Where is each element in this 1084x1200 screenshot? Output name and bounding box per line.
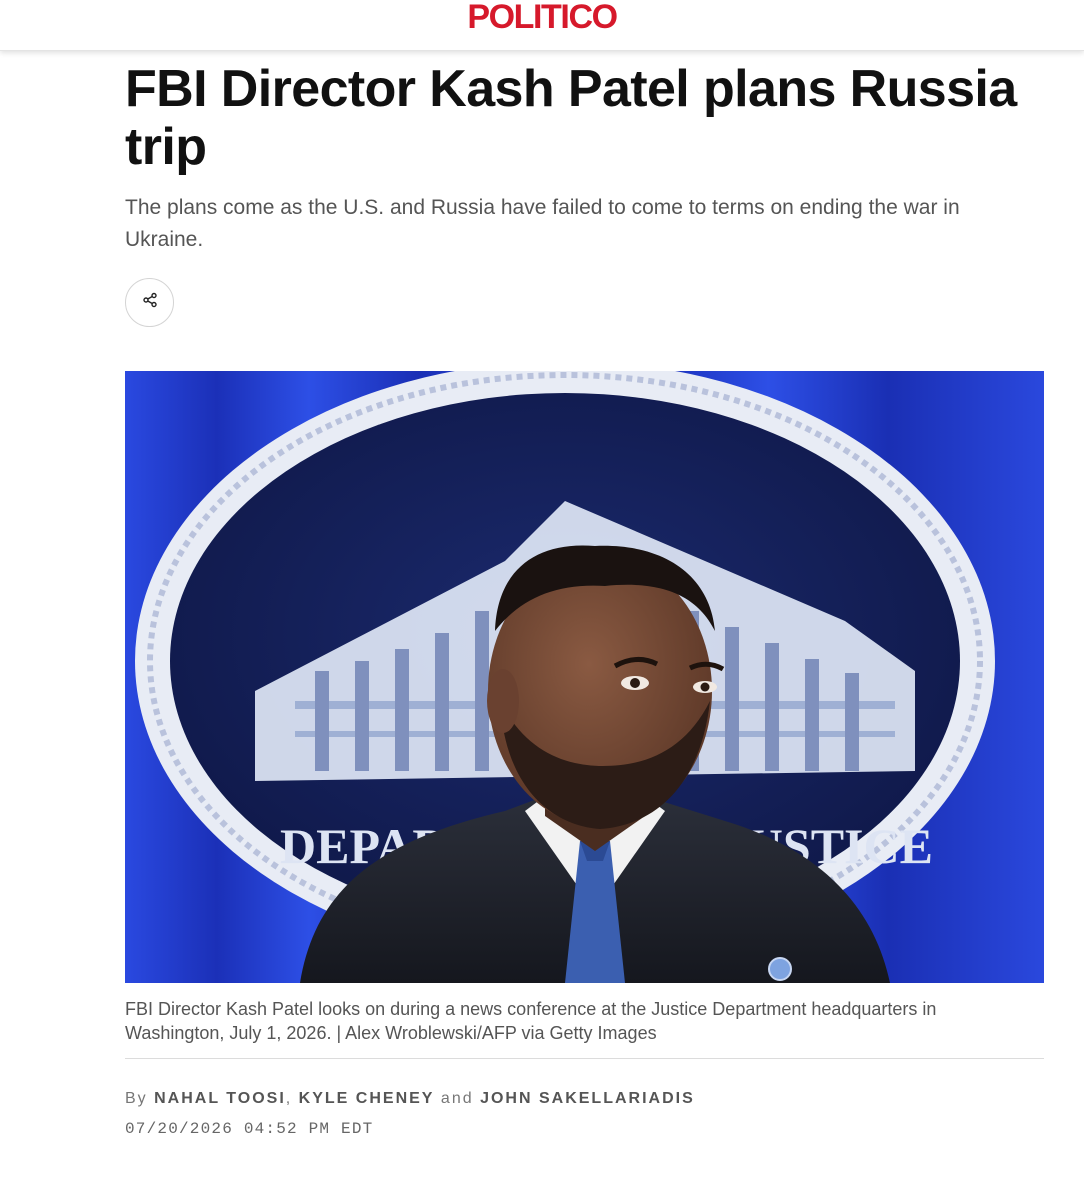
divider [125, 1058, 1044, 1059]
press-conference-photo: DEPARTMENT OF JUSTICE [125, 371, 1044, 983]
politico-logo[interactable]: POLITICO [0, 0, 1084, 34]
article-dek: The plans come as the U.S. and Russia ha… [125, 196, 960, 251]
lead-image: DEPARTMENT OF JUSTICE [125, 371, 1044, 983]
publish-timestamp: 07/20/2026 04:52 PM EDT [125, 1120, 374, 1138]
image-caption: FBI Director Kash Patel looks on during … [125, 999, 937, 1043]
byline-separator: , [285, 1090, 293, 1107]
share-button[interactable] [125, 278, 174, 327]
byline-conjunction: and [440, 1090, 474, 1107]
site-header: POLITICO [0, 0, 1084, 51]
author-link[interactable]: NAHAL TOOSI [154, 1090, 286, 1107]
byline-prefix: By [125, 1090, 148, 1107]
article: FBI Director Kash Patel plans Russia tri… [125, 60, 1044, 1138]
author-link[interactable]: KYLE CHENEY [299, 1090, 435, 1107]
share-icon [142, 292, 158, 313]
byline: By NAHAL TOOSI, KYLE CHENEY and JOHN SAK… [125, 1090, 695, 1108]
article-headline: FBI Director Kash Patel plans Russia tri… [125, 60, 1017, 176]
author-link[interactable]: JOHN SAKELLARIADIS [480, 1090, 695, 1107]
